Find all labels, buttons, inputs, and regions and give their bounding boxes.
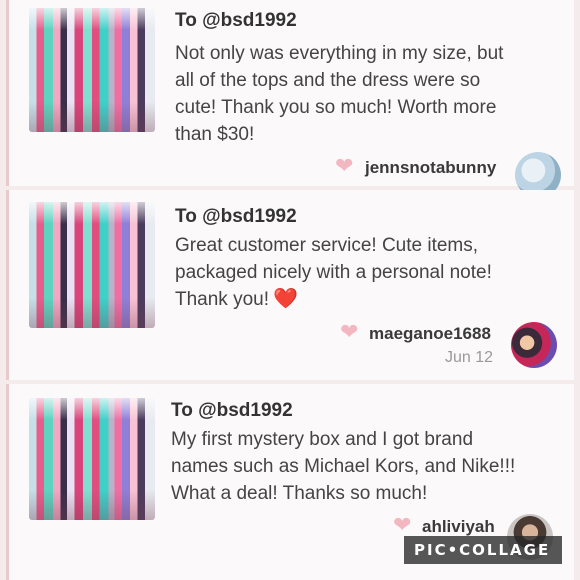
clothing-rack-thumbnail[interactable]	[29, 8, 155, 132]
review-recipient: To @bsd1992	[175, 10, 297, 31]
review-recipient: To @bsd1992	[171, 400, 293, 421]
review-message-line: Not only was everything in my size, but	[175, 43, 504, 64]
review-message-line: than $30!	[175, 124, 255, 145]
review-date: Jun 12	[445, 349, 494, 366]
heart-icon[interactable]: ❤	[335, 153, 353, 179]
review-message-line: cute! Thank you so much! Worth more	[175, 97, 497, 118]
red-heart-emoji-icon: ❤️	[273, 288, 298, 310]
review-message: Great customer service! Cute items, pack…	[175, 232, 555, 313]
avatar-icon[interactable]	[511, 322, 557, 368]
review-card-2: To @bsd1992 Great customer service! Cute…	[6, 190, 574, 380]
review-message-line: What a deal! Thanks so much!	[171, 483, 428, 504]
review-message-line: Great customer service! Cute items,	[175, 235, 479, 256]
reviewer-username[interactable]: maeganoe1688	[369, 324, 491, 344]
reviewer-username[interactable]: jennsnotabunny	[365, 158, 496, 178]
clothing-rack-thumbnail[interactable]	[29, 398, 155, 520]
review-card-1: To @bsd1992 Not only was everything in m…	[6, 0, 574, 198]
reviewer-username[interactable]: ahliviyah	[422, 517, 495, 537]
review-message-line: packaged nicely with a personal note!	[175, 262, 492, 283]
clothing-rack-thumbnail[interactable]	[29, 202, 155, 328]
heart-icon[interactable]: ❤	[340, 319, 358, 345]
pic-collage-watermark: PIC•COLLAGE	[404, 536, 563, 564]
review-message-line: names such as Michael Kors, and Nike!!!	[171, 456, 516, 477]
heart-icon[interactable]: ❤	[393, 512, 411, 538]
review-message-line: Thank you! ❤️	[175, 286, 555, 313]
review-message: Not only was everything in my size, but …	[175, 40, 555, 148]
review-recipient: To @bsd1992	[175, 206, 297, 227]
review-message: My first mystery box and I got brand nam…	[171, 426, 551, 507]
review-message-line: My first mystery box and I got brand	[171, 429, 474, 450]
review-message-line: all of the tops and the dress were so	[175, 70, 481, 91]
